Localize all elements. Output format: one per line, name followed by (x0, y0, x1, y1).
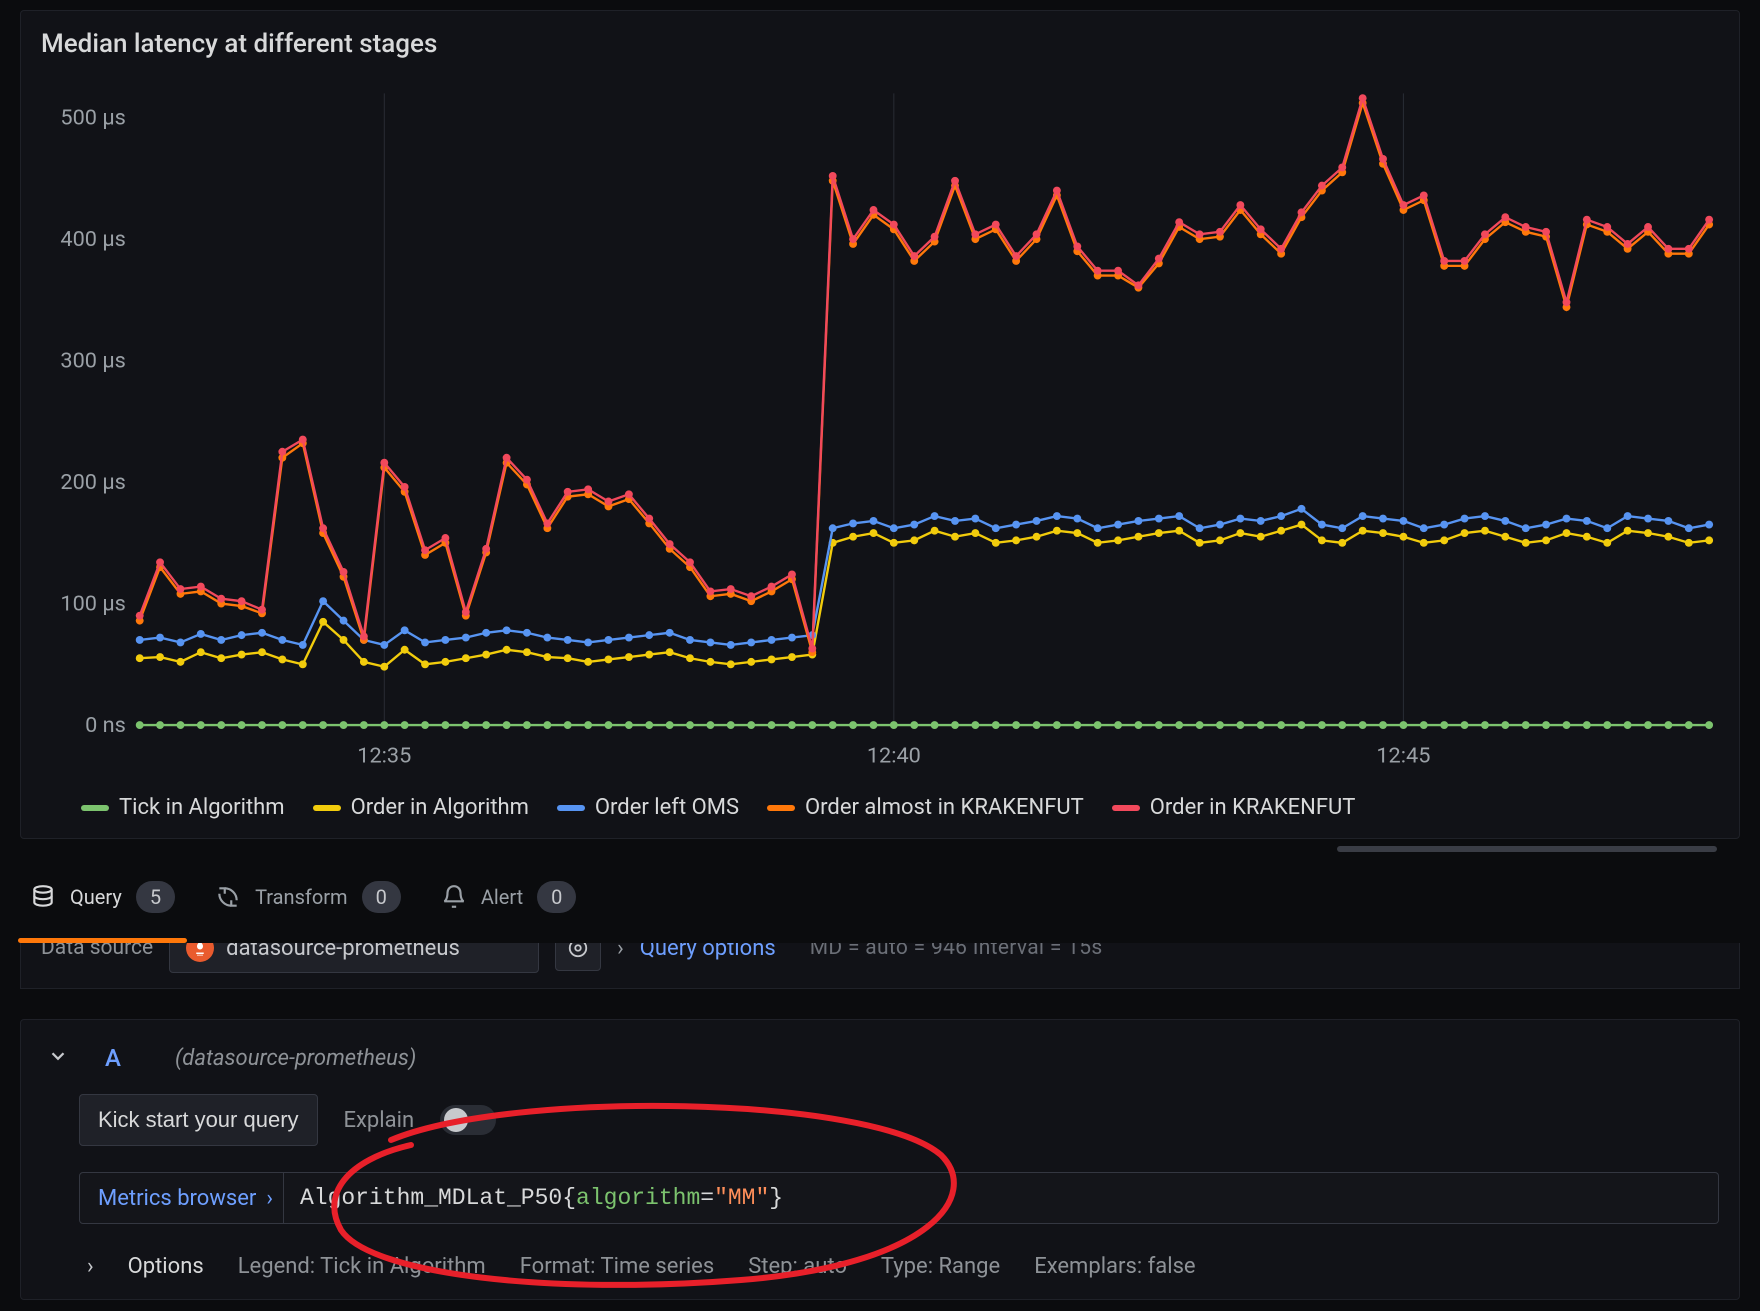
svg-text:12:45: 12:45 (1376, 744, 1430, 769)
legend-item[interactable]: Order left OMS (557, 795, 739, 820)
legend-scrollbar[interactable] (1337, 846, 1717, 852)
legend-item[interactable]: Tick in Algorithm (81, 795, 285, 820)
datasource-select[interactable]: datasource-prometheus (169, 943, 539, 973)
legend-swatch (557, 805, 585, 811)
query-ref-id: A (105, 1044, 145, 1072)
options-step: Step: auto (748, 1254, 847, 1279)
tab-transform-label: Transform (255, 885, 348, 909)
database-icon (30, 884, 56, 910)
query-options-summary: MD = auto = 946 Interval = 15s (810, 943, 1103, 960)
legend-swatch (313, 805, 341, 811)
legend-label: Tick in Algorithm (119, 795, 285, 820)
query-editor-a: A (datasource-prometheus) Kick start you… (20, 1019, 1740, 1300)
transform-icon (215, 884, 241, 910)
panel-title: Median latency at different stages (41, 29, 1719, 59)
bell-icon (441, 884, 467, 910)
query-options-link[interactable]: Query options (640, 943, 776, 961)
kick-start-query-button[interactable]: Kick start your query (79, 1094, 318, 1146)
query-datasource-name: (datasource-prometheus) (175, 1046, 416, 1071)
explain-label: Explain (344, 1108, 415, 1133)
chevron-right-icon: › (266, 1186, 273, 1211)
datasource-label: Data source (41, 943, 153, 960)
datasource-row: Data source datasource-prometheus › Quer… (20, 943, 1740, 989)
legend-swatch (81, 805, 109, 811)
legend-item[interactable]: Order almost in KRAKENFUT (767, 795, 1084, 820)
tab-query[interactable]: Query 5 (30, 881, 175, 943)
svg-text:12:35: 12:35 (357, 744, 411, 769)
legend-label: Order in Algorithm (351, 795, 529, 820)
collapse-query-button[interactable] (47, 1045, 75, 1072)
tab-alert-count: 0 (537, 881, 576, 913)
promql-query-input[interactable]: Algorithm_MDLat_P50{algorithm="MM"} (284, 1172, 1719, 1224)
datasource-selected-name: datasource-prometheus (226, 943, 460, 961)
query-options-row: › Options Legend: Tick in Algorithm Form… (79, 1254, 1719, 1279)
legend-swatch (767, 805, 795, 811)
chart-svg: 12:35 12:40 12:45 0 ns 100 µs 200 µs 300 µs 400… (41, 69, 1719, 779)
query-metric-token: Algorithm_MDLat_P50 (300, 1185, 562, 1211)
options-legend: Legend: Tick in Algorithm (238, 1254, 486, 1279)
datasource-settings-button[interactable] (555, 943, 601, 971)
query-eq-token: = (700, 1185, 714, 1211)
chart-legend: Tick in Algorithm Order in Algorithm Order… (41, 779, 1719, 826)
chart-panel: Median latency at different stages 12:35… (20, 10, 1740, 839)
legend-item[interactable]: Order in Algorithm (313, 795, 529, 820)
svg-text:300 µs: 300 µs (60, 349, 125, 374)
legend-label: Order almost in KRAKENFUT (805, 795, 1084, 820)
svg-text:0 ns: 0 ns (85, 713, 126, 738)
prometheus-icon (186, 943, 214, 962)
svg-text:12:40: 12:40 (867, 744, 921, 769)
legend-swatch (1112, 805, 1140, 811)
explain-toggle[interactable] (440, 1105, 496, 1135)
options-format: Format: Time series (520, 1254, 715, 1279)
options-type: Type: Range (881, 1254, 1000, 1279)
svg-text:200 µs: 200 µs (60, 470, 125, 495)
metrics-browser-button[interactable]: Metrics browser › (79, 1172, 284, 1224)
options-exemplars: Exemplars: false (1034, 1254, 1195, 1279)
tab-query-count: 5 (136, 881, 175, 913)
tab-transform[interactable]: Transform 0 (215, 881, 401, 943)
panel-tabs: Query 5 Transform 0 Alert 0 (0, 859, 1760, 943)
query-input-row: Metrics browser › Algorithm_MDLat_P50{al… (79, 1172, 1719, 1224)
tab-query-label: Query (70, 885, 122, 909)
svg-text:500 µs: 500 µs (60, 106, 125, 131)
query-brace-open: { (562, 1185, 576, 1211)
legend-label: Order left OMS (595, 795, 739, 820)
tab-alert[interactable]: Alert 0 (441, 881, 577, 943)
metrics-browser-label: Metrics browser (98, 1186, 256, 1211)
svg-text:100 µs: 100 µs (60, 591, 125, 616)
chevron-right-icon: › (617, 943, 624, 961)
chart-area[interactable]: 12:35 12:40 12:45 0 ns 100 µs 200 µs 300 µs 400… (41, 69, 1719, 779)
options-label[interactable]: Options (128, 1254, 204, 1279)
legend-label: Order in KRAKENFUT (1150, 795, 1356, 820)
svg-text:400 µs: 400 µs (60, 227, 125, 252)
chevron-right-icon[interactable]: › (87, 1254, 94, 1279)
legend-item[interactable]: Order in KRAKENFUT (1112, 795, 1356, 820)
tab-alert-label: Alert (481, 885, 523, 909)
tab-transform-count: 0 (362, 881, 401, 913)
query-brace-close: } (769, 1185, 783, 1211)
query-attr-token: algorithm (576, 1185, 700, 1211)
query-value-token: "MM" (714, 1185, 769, 1211)
